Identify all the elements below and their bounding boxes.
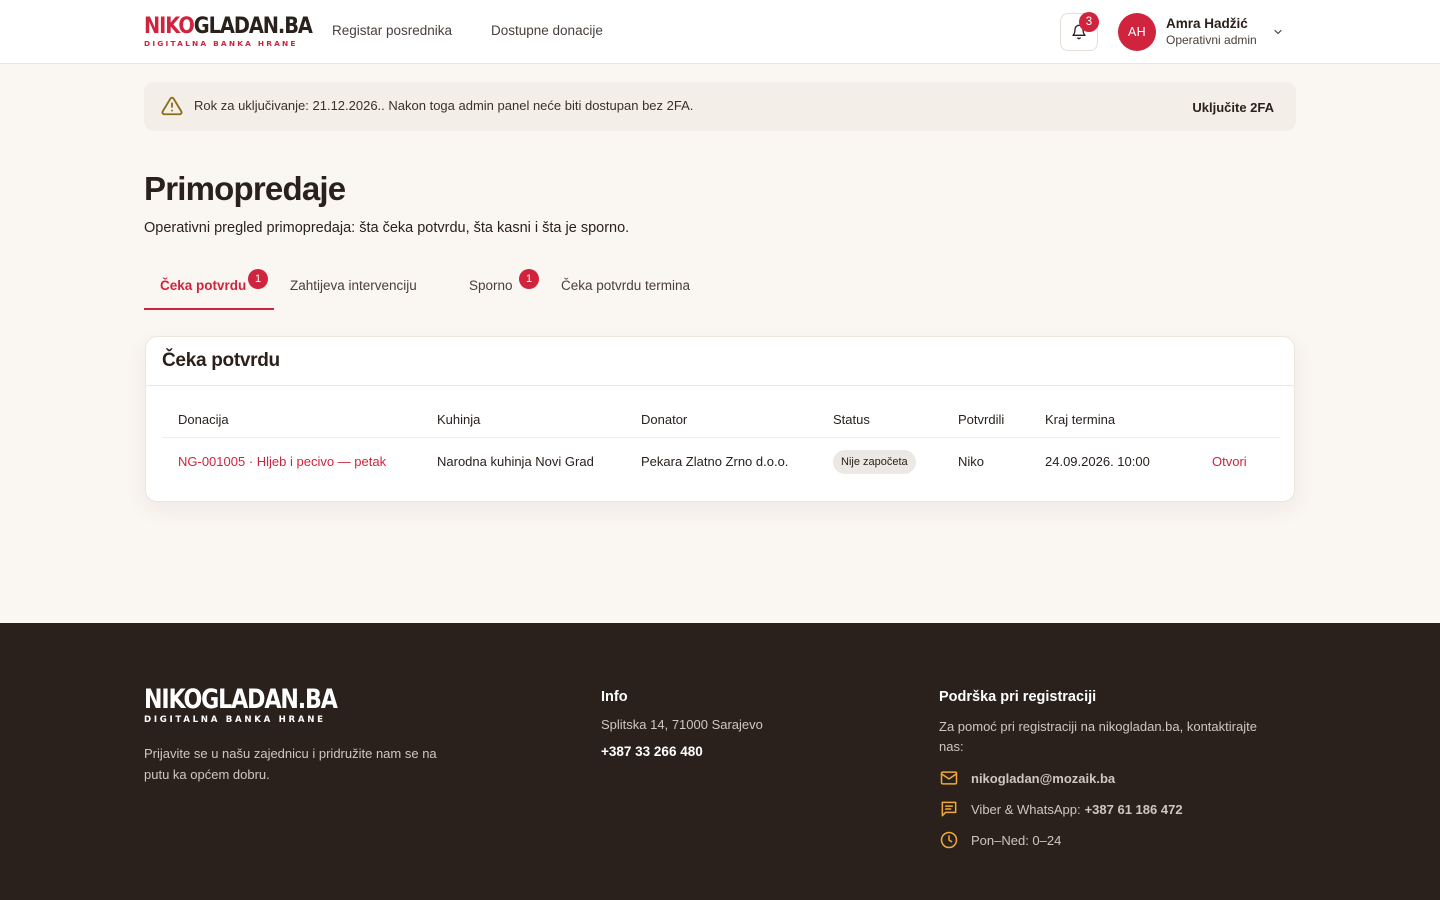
footer-hours: Pon–Ned: 0–24 xyxy=(971,832,1062,848)
warning-icon xyxy=(161,96,183,116)
active-tab-indicator xyxy=(144,308,274,310)
page-subtitle: Operativni pregled primopredaja: šta ček… xyxy=(144,220,630,236)
footer-email-link[interactable]: nikogladan@mozaik.ba xyxy=(971,771,1115,786)
tab-ceka-potvrdu[interactable]: Čeka potvrdu xyxy=(160,278,246,293)
tab-sporno[interactable]: Sporno xyxy=(469,278,513,293)
end-time-cell: 24.09.2026. 10:00 xyxy=(1045,454,1150,469)
footer-tagline: Prijavite se u našu zajednicu i pridruži… xyxy=(144,746,437,782)
footer-support-heading: Podrška pri registraciji xyxy=(939,689,1097,705)
column-header-donator: Donator xyxy=(641,412,688,427)
top-header: NIKOGLADAN.BA DIGITALNA BANKA HRANE Regi… xyxy=(0,0,1440,64)
brand-logo[interactable]: NIKOGLADAN.BA DIGITALNA BANKA HRANE xyxy=(144,14,313,49)
logo-tagline: DIGITALNA BANKA HRANE xyxy=(144,39,298,48)
clock-icon xyxy=(939,830,959,850)
alert-message: Rok za uključivanje: 21.12.2026.. Nakon … xyxy=(194,98,694,113)
pending-handovers-card: Čeka potvrdu Donacija Kuhinja Donator St… xyxy=(145,336,1295,502)
user-avatar[interactable]: AH xyxy=(1118,13,1156,51)
confirmed-by-cell: Niko xyxy=(958,454,985,469)
footer-messaging-number[interactable]: +387 61 186 472 xyxy=(1085,802,1183,817)
footer-phone-link[interactable]: +387 33 266 480 xyxy=(601,744,703,759)
site-footer: NIKOGLADAN.BA DIGITALNA BANKA HRANE Prij… xyxy=(0,623,1440,900)
card-title: Čeka potvrdu xyxy=(162,350,280,371)
open-button[interactable]: Otvori xyxy=(1212,454,1247,469)
footer-messaging-label: Viber & WhatsApp: xyxy=(971,801,1081,817)
footer-hours-row: Pon–Ned: 0–24 xyxy=(939,830,1061,850)
footer-support-text: Za pomoć pri registraciji na nikogladan.… xyxy=(939,719,1257,754)
tab-ceka-potvrdu-termina[interactable]: Čeka potvrdu termina xyxy=(561,278,690,293)
enable-2fa-button[interactable]: Uključite 2FA xyxy=(1192,100,1274,115)
column-header-status: Status xyxy=(833,412,870,427)
nav-link-registar-posrednika[interactable]: Registar posrednika xyxy=(332,23,452,38)
column-header-donacija: Donacija xyxy=(178,412,229,427)
page-title: Primopredaje xyxy=(144,170,346,207)
chevron-down-icon[interactable] xyxy=(1272,26,1284,38)
tab-badge-ceka-potvrdu: 1 xyxy=(248,269,268,289)
footer-logo[interactable]: NIKOGLADAN.BA DIGITALNA BANKA HRANE xyxy=(144,686,379,726)
footer-info-heading: Info xyxy=(601,689,628,705)
column-header-potvrdili: Potvrdili xyxy=(958,412,1005,427)
status-badge: Nije započeta xyxy=(833,450,916,474)
column-header-kuhinja: Kuhinja xyxy=(437,412,481,427)
tab-badge-sporno: 1 xyxy=(519,269,539,289)
user-role: Operativni admin xyxy=(1166,33,1257,47)
footer-logo-wordmark: NIKOGLADAN.BA xyxy=(144,684,338,715)
nav-link-dostupne-donacije[interactable]: Dostupne donacije xyxy=(491,23,603,38)
tab-zahtijeva-intervenciju[interactable]: Zahtijeva intervenciju xyxy=(290,278,417,293)
mail-icon xyxy=(939,768,959,788)
footer-email-row: nikogladan@mozaik.ba xyxy=(939,768,1115,788)
kitchen-cell: Narodna kuhinja Novi Grad xyxy=(437,454,594,469)
card-divider xyxy=(146,385,1294,386)
user-name[interactable]: Amra Hadžić xyxy=(1166,16,1248,31)
footer-logo-tagline: DIGITALNA BANKA HRANE xyxy=(144,715,326,725)
logo-wordmark: NIKOGLADAN.BA xyxy=(144,14,313,39)
notification-count-badge: 3 xyxy=(1079,12,1099,32)
footer-address: Splitska 14, 71000 Sarajevo xyxy=(601,717,763,732)
footer-messaging-row: Viber & WhatsApp: +387 61 186 472 xyxy=(939,799,1183,819)
chat-icon xyxy=(939,799,959,819)
donor-cell: Pekara Zlatno Zrno d.o.o. xyxy=(641,454,789,469)
table-row-separator xyxy=(162,437,1280,438)
2fa-alert-banner: Rok za uključivanje: 21.12.2026.. Nakon … xyxy=(144,82,1296,131)
donation-link[interactable]: NG-001005 · Hljeb i pecivo — petak xyxy=(178,454,386,469)
column-header-kraj-termina: Kraj termina xyxy=(1045,412,1116,427)
